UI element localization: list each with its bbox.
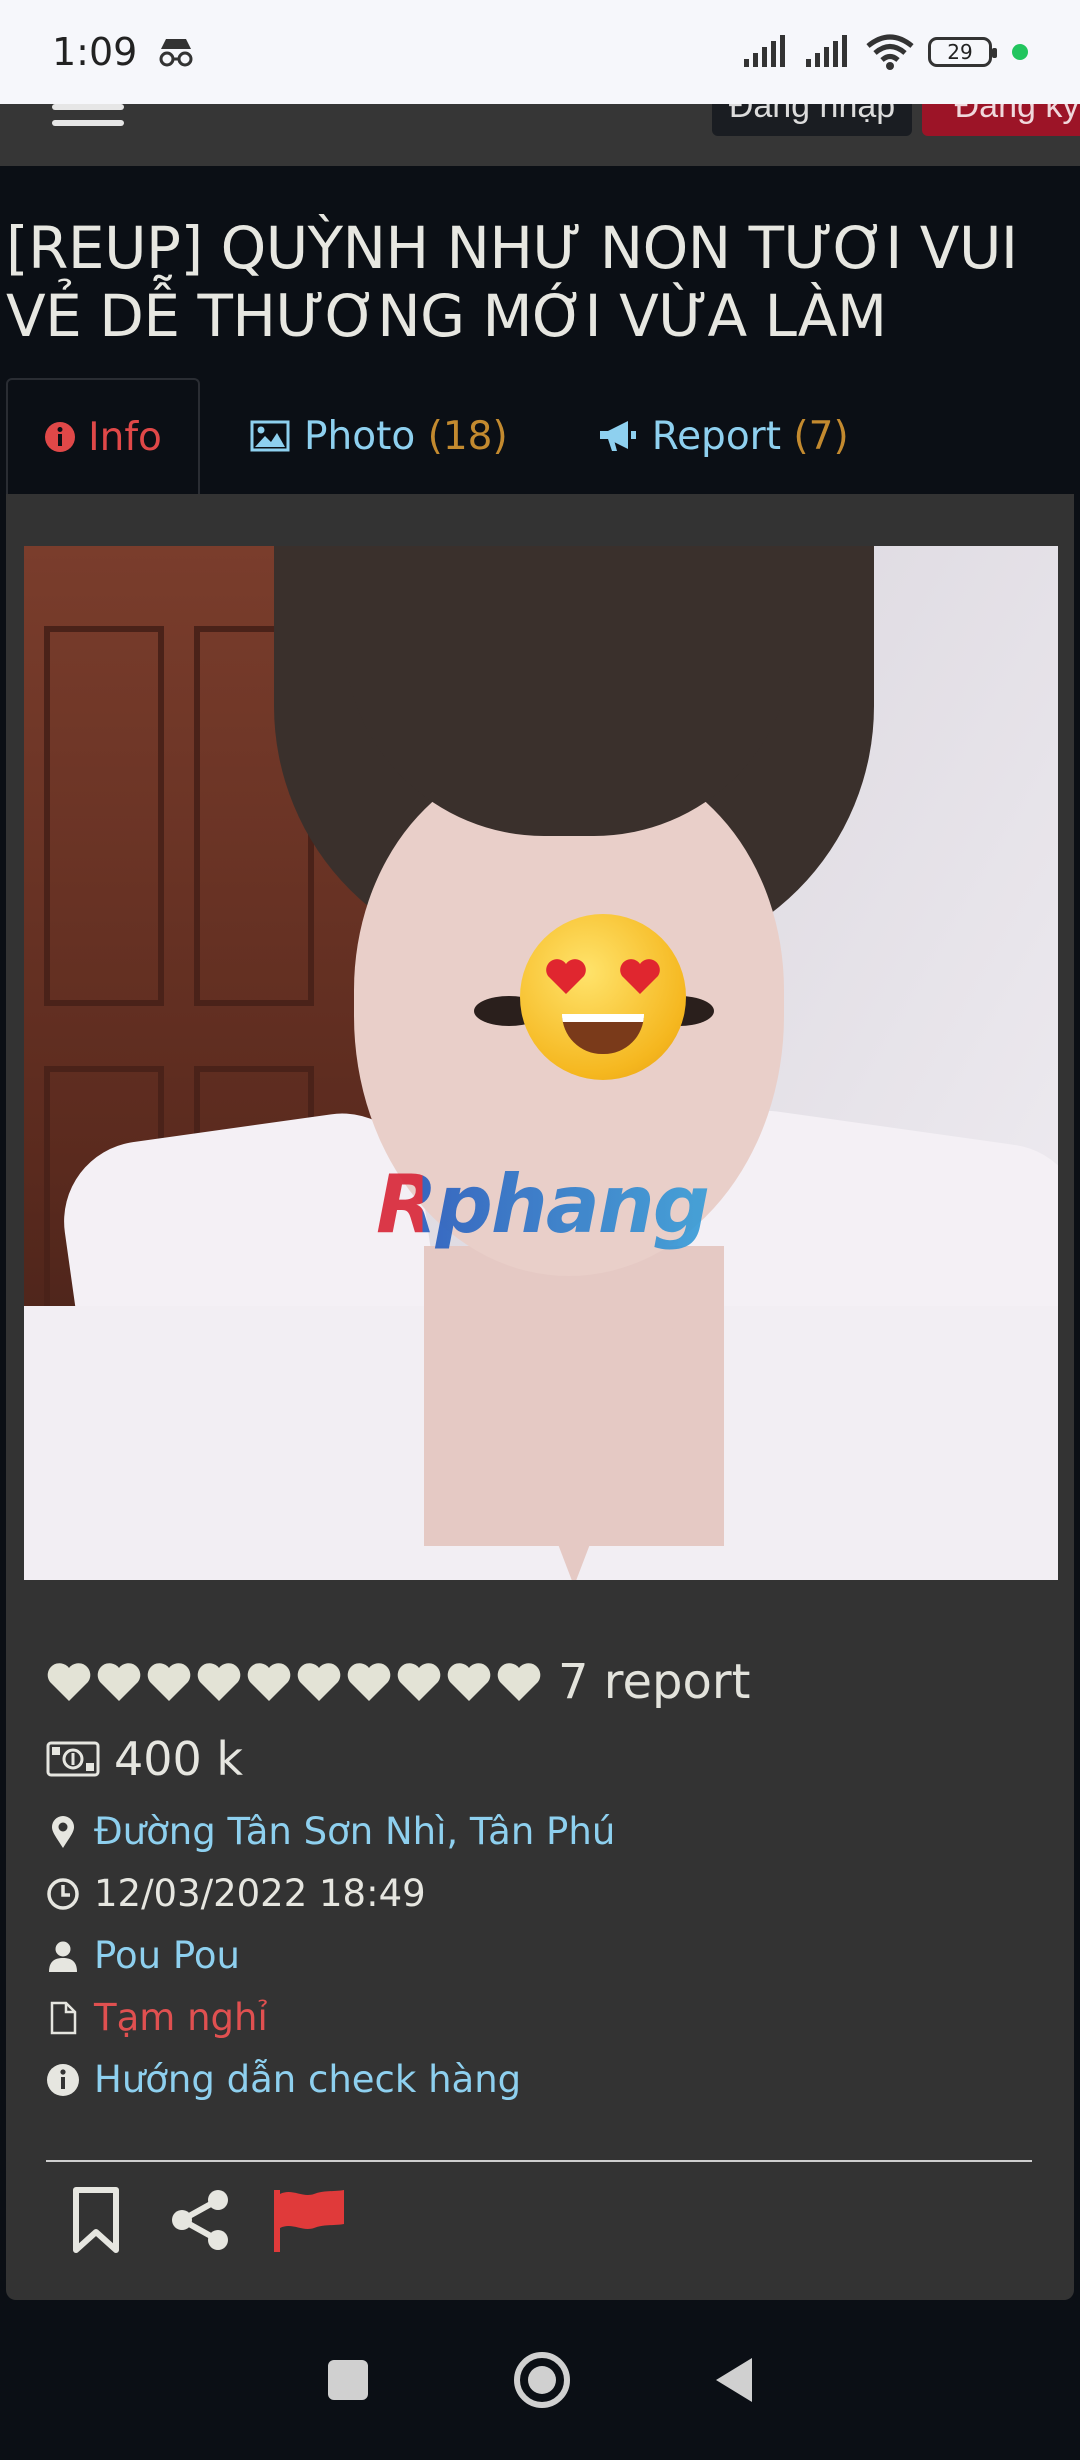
report-count: 7 report [558,1654,751,1710]
megaphone-icon [599,421,636,451]
money-bill-icon [46,1741,100,1777]
info-circle-icon [45,422,76,452]
menu-icon[interactable] [52,104,124,126]
listing-photo[interactable]: Rphang [24,546,1058,1580]
listing-card: Rphang 7 report 400 k Đường Tân Sơn Nhì,… [6,494,1074,2300]
file-icon [50,2001,77,2034]
datetime-row: 12/03/2022 18:49 [46,1872,426,1915]
incognito-icon [159,39,193,67]
heart-icon [397,1663,441,1701]
recents-button[interactable] [328,2360,368,2400]
heart-eyes-emoji-icon [520,914,686,1080]
info-circle-icon [47,2063,79,2096]
price-value: 400 k [114,1732,244,1786]
heart-icon [97,1663,141,1701]
page-title: [REUP] QUỲNH NHƯ NON TƯƠI VUI VẺ DỄ THƯƠ… [6,214,1018,350]
tab-photo-label: Photo [304,413,416,459]
status-time: 1:09 [52,30,138,74]
bookmark-icon[interactable] [62,2186,130,2254]
location-link[interactable]: Đường Tân Sơn Nhì, Tân Phú [94,1810,615,1853]
report-flag-icon[interactable] [270,2186,346,2254]
user-row[interactable]: Pou Pou [46,1934,240,1977]
back-button[interactable] [716,2358,752,2402]
datetime-value: 12/03/2022 18:49 [94,1872,426,1915]
share-icon[interactable] [166,2186,234,2254]
heart-icon [447,1663,491,1701]
privacy-indicator-dot [1012,44,1028,60]
status-row: Tạm nghỉ [46,1996,268,2039]
tab-report[interactable]: Report (7) [598,378,849,494]
map-marker-icon [52,1815,74,1848]
heart-icon [47,1663,91,1701]
status-icons: 29 [742,34,1028,70]
status-bar: 1:09 29 [0,0,1080,104]
clock-icon [47,1877,79,1910]
tab-report-label: Report [651,413,782,459]
image-icon [250,420,290,452]
guide-row[interactable]: Hướng dẫn check hàng [46,2058,521,2101]
user-icon [49,1941,77,1972]
heart-icon [147,1663,191,1701]
signal-icon [744,35,785,67]
hearts-rating [46,1661,542,1703]
heart-icon [497,1663,541,1701]
login-button[interactable]: Đăng nhập [712,104,912,136]
register-button[interactable]: Đăng ký [922,104,1080,136]
guide-link[interactable]: Hướng dẫn check hàng [94,2058,521,2101]
signal-icon-2 [806,35,847,67]
tab-info[interactable]: Info [6,378,200,494]
heart-icon [197,1663,241,1701]
tab-report-count: (7) [793,413,849,459]
heart-icon [297,1663,341,1701]
tab-photo[interactable]: Photo (18) [250,378,508,494]
top-navbar: Đăng nhập Đăng ký [0,104,1080,166]
home-button[interactable] [514,2352,570,2408]
price-row: 400 k [46,1732,243,1786]
heart-icon [247,1663,291,1701]
battery-icon: 29 [928,37,997,67]
tab-bar: Info Photo (18) Report (7) [6,378,849,494]
rating-row: 7 report [46,1654,750,1710]
photo-watermark: Rphang [376,1158,710,1251]
user-link[interactable]: Pou Pou [94,1934,240,1977]
action-bar [62,2186,346,2254]
divider [46,2160,1032,2162]
battery-level: 29 [947,40,973,64]
wifi-icon [866,34,914,70]
status-value: Tạm nghỉ [94,1996,268,2039]
system-nav-bar [0,2300,1080,2460]
location-row[interactable]: Đường Tân Sơn Nhì, Tân Phú [46,1810,615,1853]
tab-photo-count: (18) [427,413,508,459]
heart-icon [347,1663,391,1701]
tab-info-label: Info [88,414,162,460]
